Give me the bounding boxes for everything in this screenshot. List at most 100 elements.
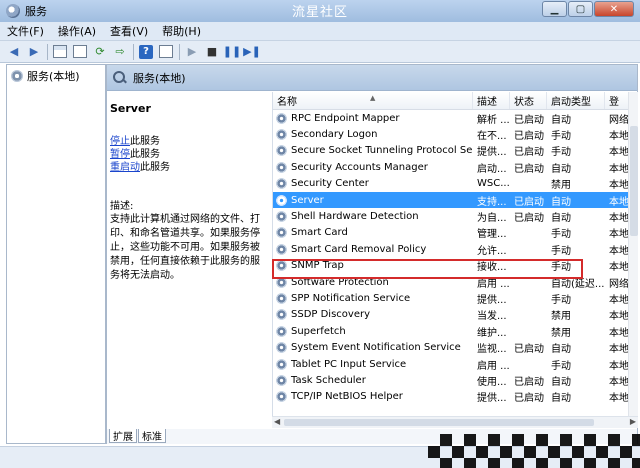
close-button[interactable]: ✕ <box>594 1 634 17</box>
service-status-cell: 已启动 <box>514 163 544 175</box>
service-gear-icon <box>276 309 287 321</box>
refresh-button[interactable]: ⟳ <box>92 44 108 60</box>
console-tree-icon <box>53 45 67 58</box>
service-desc-cell: 监视... <box>477 344 507 356</box>
vertical-scroll-thumb[interactable] <box>630 126 638 236</box>
help-button[interactable]: ? <box>138 44 154 60</box>
service-name-cell: Shell Hardware Detection <box>273 211 473 223</box>
service-gear-icon <box>276 243 287 255</box>
forward-button[interactable]: ▶ <box>26 44 42 60</box>
table-row[interactable]: Tablet PC Input Service 启用 ... 手动 本地 <box>273 356 629 372</box>
table-row[interactable]: RPC Endpoint Mapper 解析 ... 已启动 自动 网络 <box>273 110 629 126</box>
service-start-cell: 禁用 <box>551 311 571 323</box>
pause-service-link[interactable]: 暂停 <box>110 149 130 160</box>
service-name-cell: Software Protection <box>273 276 473 288</box>
column-header-startup-type[interactable]: 启动类型 <box>547 92 605 109</box>
action-pane-icon <box>159 45 173 58</box>
table-row[interactable]: Smart Card Removal Policy 允许... 手动 本地 <box>273 241 629 257</box>
service-name-cell: Security Accounts Manager <box>273 161 473 173</box>
console-tree: 服务(本地) <box>6 64 106 444</box>
service-name-text: SPP Notification Service <box>291 292 411 304</box>
service-logon-cell: 本地 <box>609 294 629 306</box>
tab-extended[interactable]: 扩展 <box>109 429 137 443</box>
service-name-cell: SPP Notification Service <box>273 292 473 304</box>
service-name-cell: RPC Endpoint Mapper <box>273 112 473 124</box>
service-logon-cell: 本地 <box>609 245 629 257</box>
service-logon-cell: 本地 <box>609 393 629 405</box>
service-gear-icon <box>276 145 287 157</box>
horizontal-scrollbar[interactable]: ◀ ▶ <box>272 416 638 428</box>
service-name-text: Shell Hardware Detection <box>291 211 419 223</box>
column-header-row: 名称 描述 状态 启动类型 登 <box>273 92 638 110</box>
restart-icon: ▶❚ <box>243 45 261 58</box>
menu-action[interactable]: 操作(A) <box>51 23 103 39</box>
table-row[interactable]: Superfetch 维护... 禁用 本地 <box>273 323 629 339</box>
restart-service-link[interactable]: 重启动 <box>110 162 140 173</box>
back-button[interactable]: ◀ <box>6 44 22 60</box>
service-desc-cell: 当发... <box>477 311 507 323</box>
service-start-cell: 自动(延迟... <box>551 278 605 290</box>
service-desc-cell: 管理... <box>477 229 507 241</box>
service-start-cell: 手动 <box>551 131 571 143</box>
column-header-description[interactable]: 描述 <box>473 92 510 109</box>
service-logon-cell: 本地 <box>609 327 629 339</box>
service-gear-icon <box>276 358 287 370</box>
table-row[interactable]: Shell Hardware Detection 为自... 已启动 自动 本地 <box>273 208 629 224</box>
table-row[interactable]: SSDP Discovery 当发... 禁用 本地 <box>273 307 629 323</box>
service-status-cell: 已启动 <box>514 213 544 225</box>
title-bar: 服务 流星社区 ▁ ▢ ✕ <box>0 0 640 22</box>
scroll-left-icon[interactable]: ◀ <box>274 417 280 426</box>
corner-pattern-overlay <box>428 434 640 468</box>
table-row[interactable]: Security Accounts Manager 启动... 已启动 自动 本地 <box>273 159 629 175</box>
export-list-button[interactable]: ⇨ <box>112 44 128 60</box>
service-name-cell: TCP/IP NetBIOS Helper <box>273 391 473 403</box>
service-desc-cell: 提供... <box>477 393 507 405</box>
service-gear-icon <box>276 325 287 337</box>
table-row[interactable]: System Event Notification Service 监视... 已启… <box>273 339 629 355</box>
table-row[interactable]: Security Center WSC... 禁用 本地 <box>273 176 629 192</box>
tab-standard[interactable]: 标准 <box>138 429 166 443</box>
service-name-text: SSDP Discovery <box>291 309 371 321</box>
tree-node-label: 服务(本地) <box>27 70 80 83</box>
pause-service-button[interactable]: ❚❚ <box>223 44 241 60</box>
table-row[interactable]: Software Protection 启用 ... 自动(延迟... 网络 <box>273 274 629 290</box>
maximize-button[interactable]: ▢ <box>568 1 593 17</box>
tree-node-services-local[interactable]: 服务(本地) <box>7 65 105 84</box>
service-name-cell: Tablet PC Input Service <box>273 358 473 370</box>
service-start-cell: 手动 <box>551 147 571 159</box>
horizontal-scroll-thumb[interactable] <box>284 419 594 426</box>
column-header-logon[interactable]: 登 <box>605 92 629 109</box>
menu-view[interactable]: 查看(V) <box>103 23 155 39</box>
table-row[interactable]: Secure Socket Tunneling Protocol Ser... 提… <box>273 143 629 159</box>
service-name-cell: Smart Card <box>273 227 473 239</box>
column-header-status[interactable]: 状态 <box>510 92 547 109</box>
stop-service-link[interactable]: 停止 <box>110 136 130 147</box>
service-start-cell: 手动 <box>551 229 571 241</box>
service-start-cell: 自动 <box>551 196 571 208</box>
stop-icon: ■ <box>206 45 218 58</box>
table-row[interactable]: Secondary Logon 在不... 已启动 手动 本地 <box>273 126 629 142</box>
show-console-tree-button[interactable] <box>52 44 68 60</box>
menu-help[interactable]: 帮助(H) <box>155 23 208 39</box>
service-name-text: Security Accounts Manager <box>291 161 428 173</box>
minimize-button[interactable]: ▁ <box>542 1 567 17</box>
table-row[interactable]: SPP Notification Service 提供... 手动 本地 <box>273 290 629 306</box>
service-status-cell: 已启动 <box>514 196 544 208</box>
menu-file[interactable]: 文件(F) <box>0 23 51 39</box>
service-start-cell: 自动 <box>551 213 571 225</box>
table-row[interactable]: Server 支持... 已启动 自动 本地 <box>273 191 629 209</box>
table-row[interactable]: Task Scheduler 使用... 已启动 自动 本地 <box>273 372 629 388</box>
properties-button[interactable] <box>72 44 88 60</box>
stop-service-button[interactable]: ■ <box>204 44 220 60</box>
table-row[interactable]: Smart Card 管理... 手动 本地 <box>273 225 629 241</box>
start-service-button[interactable]: ▶ <box>184 44 200 60</box>
scroll-right-icon[interactable]: ▶ <box>630 417 636 426</box>
vertical-scrollbar[interactable] <box>628 92 638 416</box>
table-row[interactable]: TCP/IP NetBIOS Helper 提供... 已启动 自动 本地 <box>273 389 629 405</box>
action-pane-button[interactable] <box>158 44 174 60</box>
service-logon-cell: 本地 <box>609 196 629 208</box>
minimize-icon: ▁ <box>550 3 559 15</box>
restart-service-button[interactable]: ▶❚ <box>243 44 261 60</box>
properties-icon <box>73 45 87 58</box>
table-row[interactable]: SNMP Trap 接收... 手动 本地 <box>273 258 629 274</box>
